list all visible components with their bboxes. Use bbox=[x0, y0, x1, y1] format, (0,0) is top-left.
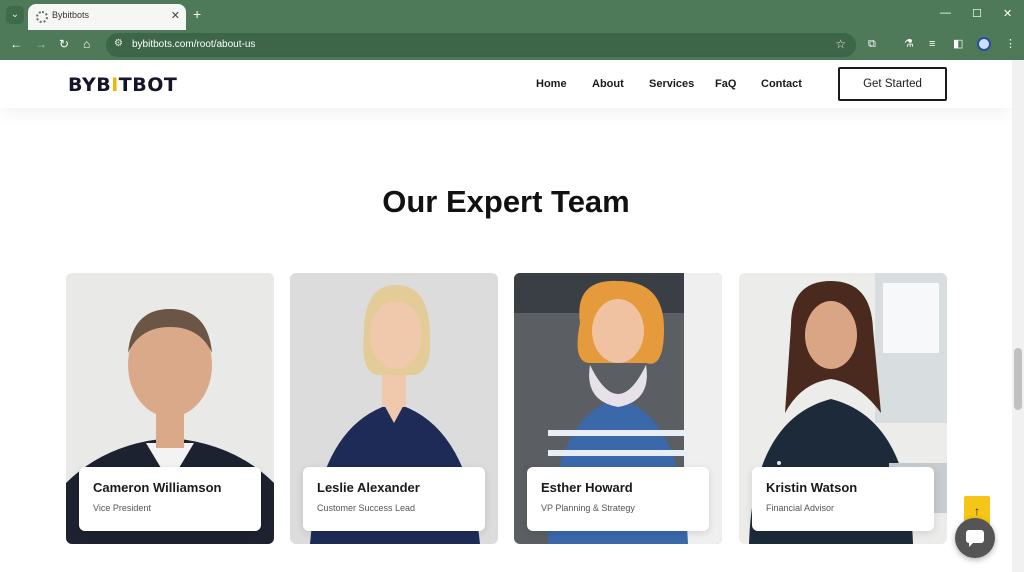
person-caption: Kristin Watson Financial Advisor bbox=[752, 467, 934, 531]
url-text[interactable]: bybitbots.com/root/about-us bbox=[132, 39, 255, 50]
new-tab-icon[interactable]: + bbox=[193, 6, 201, 22]
nav-home[interactable]: Home bbox=[536, 78, 567, 90]
browser-toolbar: ← → ↻ ⌂ ⚙ bybitbots.com/root/about-us ☆ … bbox=[0, 30, 1024, 60]
person-role: Financial Advisor bbox=[766, 503, 835, 513]
logo-text-left: BYB bbox=[68, 74, 112, 96]
labs-icon[interactable]: ⚗ bbox=[904, 37, 914, 51]
team-card[interactable]: Kristin Watson Financial Advisor bbox=[739, 273, 947, 544]
person-name: Esther Howard bbox=[541, 480, 633, 495]
tab-list-icon[interactable]: ⌄ bbox=[6, 6, 24, 24]
loading-favicon-icon bbox=[36, 11, 48, 23]
chat-icon-tail bbox=[969, 542, 974, 547]
star-icon[interactable]: ☆ bbox=[835, 37, 846, 51]
browser-chrome: ⌄ Bybitbots ✕ + — ☐ ✕ ← → ↻ ⌂ ⚙ bybitbot… bbox=[0, 0, 1024, 60]
profile-icon[interactable] bbox=[977, 37, 991, 51]
back-icon[interactable]: ← bbox=[10, 37, 22, 51]
page-scrollbar[interactable] bbox=[1012, 60, 1024, 572]
home-icon[interactable]: ⌂ bbox=[83, 37, 90, 51]
logo-text-right: TBOT bbox=[118, 74, 178, 96]
logo-text-accent: I bbox=[111, 74, 119, 96]
side-panel-icon[interactable]: ◧ bbox=[953, 37, 963, 51]
extensions-icon[interactable]: ⧉ bbox=[868, 37, 876, 51]
close-icon[interactable]: ✕ bbox=[171, 9, 180, 22]
person-name: Cameron Williamson bbox=[93, 480, 222, 495]
person-caption: Leslie Alexander Customer Success Lead bbox=[303, 467, 485, 531]
browser-tab[interactable]: Bybitbots ✕ bbox=[28, 4, 186, 30]
get-started-button[interactable]: Get Started bbox=[838, 67, 947, 101]
nav-services[interactable]: Services bbox=[649, 78, 694, 90]
person-role: Customer Success Lead bbox=[317, 503, 416, 513]
team-card[interactable]: Esther Howard VP Planning & Strategy bbox=[514, 273, 722, 544]
site-info-icon[interactable]: ⚙ bbox=[114, 38, 123, 49]
site-header: BYBITBOT Home About Services FaQ Contact… bbox=[0, 60, 1012, 108]
team-card[interactable]: Cameron Williamson Vice President bbox=[66, 273, 274, 544]
address-bar[interactable]: ⚙ bybitbots.com/root/about-us ☆ bbox=[106, 33, 856, 57]
team-card[interactable]: Leslie Alexander Customer Success Lead bbox=[290, 273, 498, 544]
reading-list-icon[interactable]: ≡ bbox=[929, 37, 935, 51]
person-caption: Esther Howard VP Planning & Strategy bbox=[527, 467, 709, 531]
person-name: Kristin Watson bbox=[766, 480, 858, 495]
page-viewport: BYBITBOT Home About Services FaQ Contact… bbox=[0, 60, 1024, 572]
nav-contact[interactable]: Contact bbox=[761, 78, 802, 90]
chat-button[interactable] bbox=[955, 518, 995, 558]
window-close-icon[interactable]: ✕ bbox=[1003, 7, 1012, 20]
person-role: VP Planning & Strategy bbox=[541, 503, 635, 513]
maximize-icon[interactable]: ☐ bbox=[972, 7, 982, 20]
reload-icon[interactable]: ↻ bbox=[59, 37, 69, 51]
nav-about[interactable]: About bbox=[592, 78, 624, 90]
person-role: Vice President bbox=[93, 503, 151, 513]
person-caption: Cameron Williamson Vice President bbox=[79, 467, 261, 531]
section-title: Our Expert Team bbox=[382, 184, 630, 219]
menu-icon[interactable]: ⋮ bbox=[1005, 37, 1016, 51]
forward-icon[interactable]: → bbox=[35, 37, 47, 51]
tab-bar: ⌄ Bybitbots ✕ + — ☐ ✕ bbox=[0, 0, 1024, 30]
scrollbar-thumb[interactable] bbox=[1014, 348, 1022, 410]
tab-title: Bybitbots bbox=[52, 10, 90, 20]
person-name: Leslie Alexander bbox=[317, 480, 420, 495]
minimize-icon[interactable]: — bbox=[940, 7, 951, 19]
site-logo[interactable]: BYBITBOT bbox=[68, 74, 177, 96]
nav-faq[interactable]: FaQ bbox=[715, 78, 736, 90]
